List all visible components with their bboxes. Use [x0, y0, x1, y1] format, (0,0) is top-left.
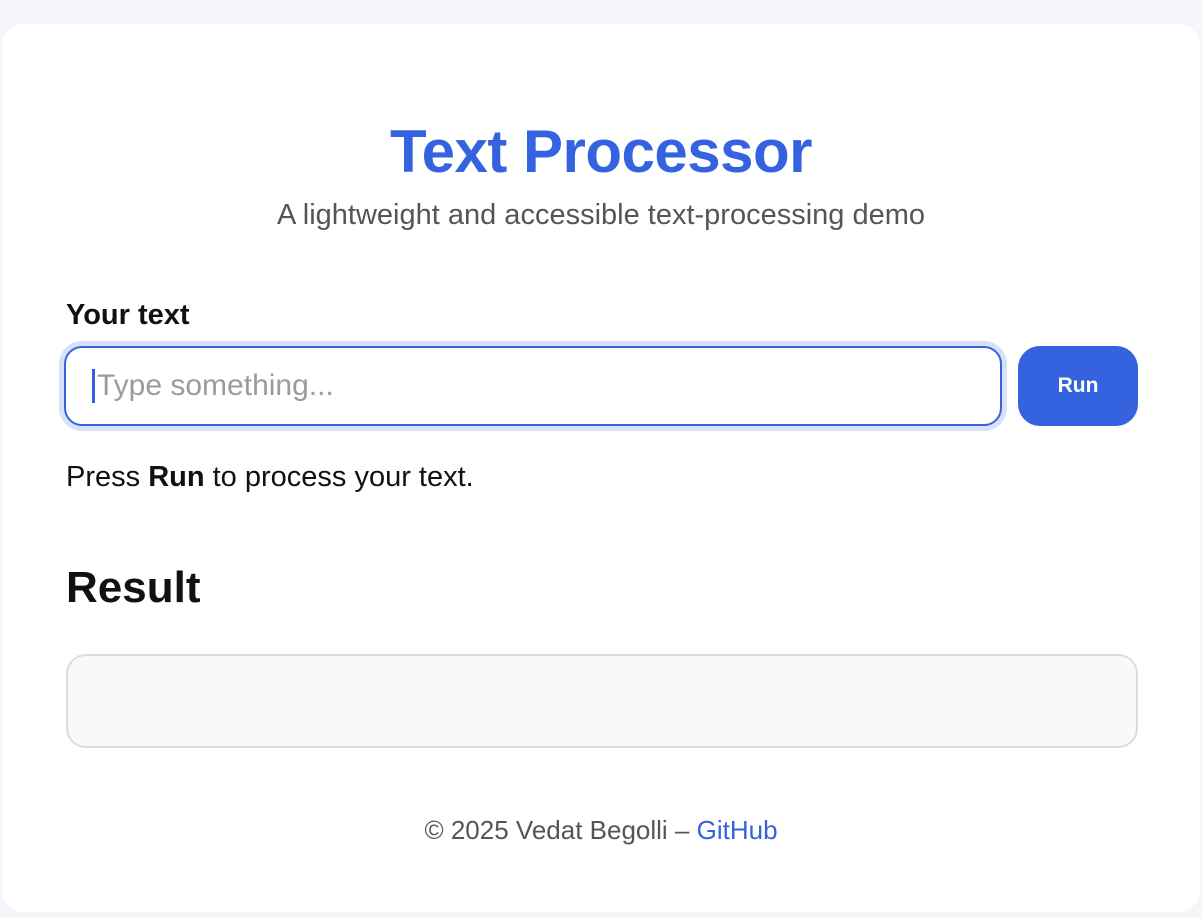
footer-copyright: © 2025 Vedat Begolli –	[424, 815, 697, 845]
github-link[interactable]: GitHub	[697, 815, 778, 845]
page-subtitle: A lightweight and accessible text-proces…	[276, 199, 926, 231]
run-hint: Press Run to process your text.	[66, 458, 474, 496]
text-field-label: Your text	[66, 299, 190, 331]
main-card: Text Processor A lightweight and accessi…	[2, 24, 1200, 912]
text-input[interactable]	[97, 369, 977, 403]
footer: © 2025 Vedat Begolli – GitHub	[2, 812, 1200, 848]
text-input-wrapper[interactable]	[64, 346, 1002, 426]
run-button[interactable]: Run	[1018, 346, 1138, 426]
text-caret-icon	[92, 369, 95, 403]
hint-suffix: to process your text.	[204, 461, 474, 493]
result-output-box	[66, 654, 1138, 748]
page-title: Text Processor	[389, 118, 813, 185]
result-heading: Result	[66, 563, 201, 612]
hint-run-word: Run	[148, 461, 205, 493]
hint-prefix: Press	[66, 461, 149, 493]
